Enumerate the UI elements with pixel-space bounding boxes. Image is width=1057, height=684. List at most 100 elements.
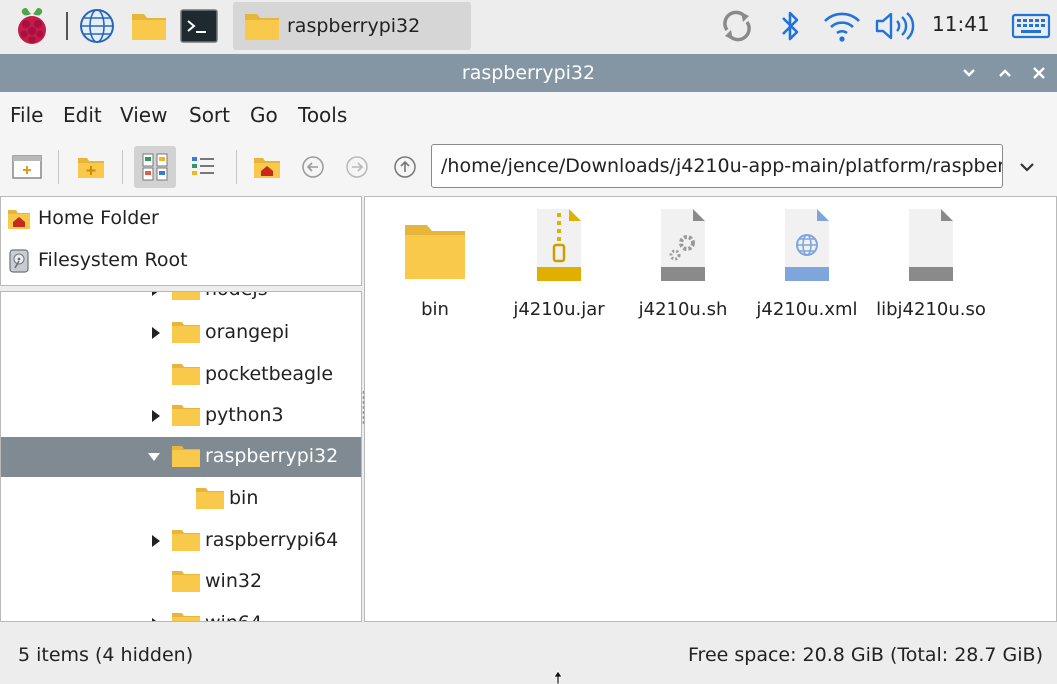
expander-collapsed-icon[interactable] [149,408,163,424]
keyboard-icon[interactable] [1010,6,1052,46]
drive-icon [9,249,29,273]
tree-node-label: orangepi [205,321,290,343]
tree-node[interactable]: python3 [1,396,361,436]
new-window-button[interactable] [6,146,48,188]
script-file-icon [661,209,705,281]
folder-icon [172,405,200,426]
list-view-button[interactable] [182,146,224,188]
file-name: bin [421,299,449,320]
icon-view-icon [142,153,168,181]
taskbar-window-button[interactable]: raspberrypi32 [233,2,471,50]
folder-icon [405,225,465,279]
expander-collapsed-icon[interactable] [149,292,163,298]
tree-node[interactable]: raspberrypi64 [1,521,361,561]
tree-node[interactable]: orangepi [1,313,361,353]
folder-icon [172,613,200,621]
clock[interactable]: 11:41 [932,12,990,36]
tree-node-label: raspberrypi64 [205,529,339,551]
toolbar-separator [58,150,59,184]
folder-icon [245,14,279,40]
tree-node[interactable]: win32 [1,562,361,602]
file-item[interactable]: j4210u.jar [497,205,621,355]
place-filesystem-root[interactable]: Filesystem Root [1,240,361,280]
file-view[interactable]: bin j4210u.jar j4210u.sh j4210u.xml libj… [364,196,1057,622]
taskbar-window-label: raspberrypi32 [287,15,421,37]
folder-icon [172,530,200,551]
tree-node[interactable]: nodejs [1,292,361,310]
file-item[interactable]: j4210u.xml [745,205,869,355]
sync-icon[interactable] [716,6,758,46]
taskbar: raspberrypi32 11:41 [0,0,1057,52]
chevron-down-icon [1020,163,1034,172]
wifi-icon[interactable] [820,6,864,46]
tree-node[interactable]: bin [1,479,361,519]
list-view-icon [192,157,214,175]
globe-icon[interactable] [76,6,118,46]
menu-sort[interactable]: Sort [189,103,230,127]
menu-go[interactable]: Go [250,103,278,127]
place-home-folder[interactable]: Home Folder [1,198,361,238]
chevron-down-icon[interactable] [956,60,982,86]
path-input[interactable] [432,145,1002,187]
mouse-cursor-icon [553,670,563,684]
new-folder-icon [78,158,104,178]
expander-expanded-icon[interactable] [147,449,161,465]
place-label: Filesystem Root [38,249,188,271]
tree-node-label: bin [229,487,259,509]
folder-icon [172,292,200,300]
xml-file-icon [785,209,829,281]
tree-node[interactable]: win64 [1,604,361,621]
bluetooth-icon[interactable] [772,6,808,46]
raspberry-logo-icon[interactable] [12,6,52,46]
volume-icon[interactable] [872,6,916,46]
taskbar-separator [66,12,68,40]
tree-node-label: win64 [205,612,262,621]
chevron-up-icon[interactable] [992,60,1018,86]
folder-icon [196,488,224,509]
expander-collapsed-icon[interactable] [149,533,163,549]
window-title: raspberrypi32 [461,62,596,84]
new-folder-button[interactable] [70,146,112,188]
forward-button[interactable] [336,146,378,188]
file-name: j4210u.jar [513,299,605,320]
file-name: j4210u.sh [638,299,728,320]
file-item[interactable]: j4210u.sh [621,205,745,355]
expander-collapsed-icon[interactable] [149,616,163,621]
archive-file-icon [537,209,581,281]
file-item[interactable]: bin [373,205,497,355]
folder-icon [172,446,200,467]
toolbar-separator [236,150,237,184]
tree-node[interactable]: pocketbeagle [1,355,361,395]
path-history-button[interactable] [1013,154,1041,180]
tree-node-selected[interactable]: raspberrypi32 [1,437,361,477]
forward-arrow-icon [346,156,368,178]
menu-tools[interactable]: Tools [298,103,347,127]
item-count: 5 items (4 hidden) [18,644,194,666]
toolbar [0,136,1057,196]
menu-bar: File Edit View Sort Go Tools [0,92,1057,136]
terminal-icon[interactable] [178,6,220,46]
places-pane: Home Folder Filesystem Root [0,196,362,286]
folder-icon[interactable] [128,6,170,46]
expander-collapsed-icon[interactable] [149,325,163,341]
up-arrow-icon [394,156,416,178]
tree-node-label: nodejs [205,292,268,300]
home-folder-icon [254,158,280,178]
file-item[interactable]: libj4210u.so [869,205,993,355]
folder-icon [172,571,200,592]
menu-view[interactable]: View [120,103,167,127]
toolbar-separator [122,150,123,184]
back-button[interactable] [292,146,334,188]
tree-node-label: pocketbeagle [205,363,334,385]
directory-tree: nodejs orangepi pocketbeagle python3 ras… [0,291,362,622]
menu-file[interactable]: File [10,103,43,127]
home-button[interactable] [246,146,288,188]
folder-icon [172,322,200,343]
menu-edit[interactable]: Edit [63,103,102,127]
icon-view-button[interactable] [134,146,176,188]
up-button[interactable] [384,146,426,188]
path-bar[interactable] [431,144,1003,188]
folder-icon [172,364,200,385]
close-icon[interactable] [1026,60,1052,86]
window-titlebar[interactable]: raspberrypi32 [0,54,1057,92]
